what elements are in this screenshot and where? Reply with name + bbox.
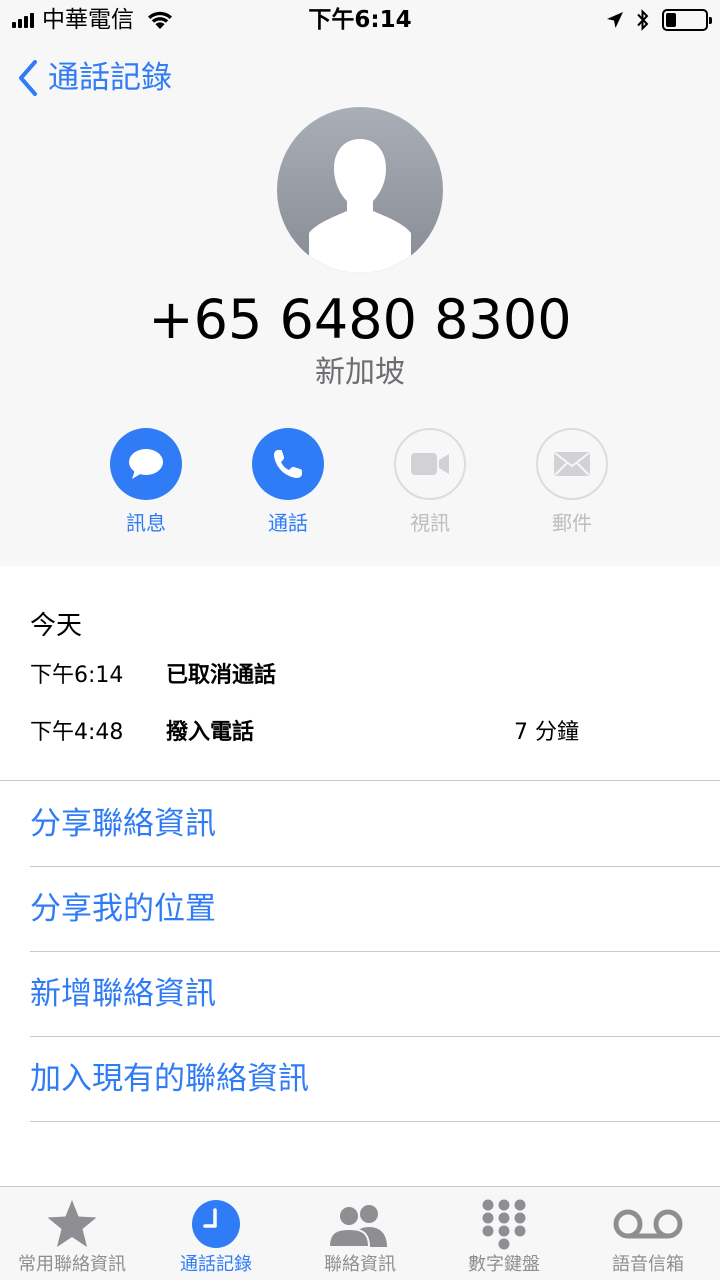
location-arrow-icon xyxy=(607,12,623,28)
chevron-left-icon xyxy=(19,60,37,96)
contact-header: 通話記錄 +65 6480 8300 新加坡 訊息 通話 視訊 郵件 xyxy=(0,40,720,566)
call-label: 通話 xyxy=(268,511,308,535)
person-silhouette-icon xyxy=(309,139,411,273)
tab-label: 聯絡資訊 xyxy=(324,1254,396,1275)
tab-bar: 常用聯絡資訊 通話記錄 聯絡資訊 數字鍵盤 語音信箱 xyxy=(0,1186,720,1280)
video-button[interactable] xyxy=(394,428,466,500)
video-label: 視訊 xyxy=(410,511,450,535)
share-contact-button[interactable]: 分享聯絡資訊 xyxy=(30,782,720,867)
recent-calls: 今天 下午6:14 已取消通話 下午4:48 撥入電話 7 分鐘 xyxy=(0,566,720,782)
call-duration: 7 分鐘 xyxy=(514,720,579,745)
tab-recents[interactable]: 通話記錄 xyxy=(144,1187,288,1280)
call-type: 已取消通話 xyxy=(166,663,277,688)
mail-button[interactable] xyxy=(536,428,608,500)
tab-label: 語音信箱 xyxy=(612,1254,684,1275)
bluetooth-icon xyxy=(637,9,649,31)
message-action[interactable]: 訊息 xyxy=(91,428,201,536)
tab-label: 常用聯絡資訊 xyxy=(18,1254,126,1275)
mail-label: 郵件 xyxy=(552,511,592,535)
recents-date-heading: 今天 xyxy=(30,611,83,641)
call-time: 下午4:48 xyxy=(30,720,124,745)
back-label: 通話記錄 xyxy=(48,60,172,96)
phone-location: 新加坡 xyxy=(315,355,405,390)
call-button[interactable] xyxy=(252,428,324,500)
create-contact-button[interactable]: 新增聯絡資訊 xyxy=(30,952,720,1037)
voicemail-icon xyxy=(613,1209,683,1239)
tab-keypad[interactable]: 數字鍵盤 xyxy=(432,1187,576,1280)
status-bar: 中華電信 下午6:14 xyxy=(0,0,720,40)
tab-label: 通話記錄 xyxy=(180,1254,252,1275)
status-right xyxy=(606,7,712,33)
avatar xyxy=(277,107,443,273)
mail-action[interactable]: 郵件 xyxy=(517,428,627,536)
call-row: 下午6:14 已取消通話 xyxy=(30,659,690,693)
tab-contacts[interactable]: 聯絡資訊 xyxy=(288,1187,432,1280)
phone-icon xyxy=(274,450,302,478)
call-time: 下午6:14 xyxy=(30,663,124,688)
back-button[interactable]: 通話記錄 xyxy=(16,58,172,98)
call-type: 撥入電話 xyxy=(166,720,255,745)
message-label: 訊息 xyxy=(126,511,166,535)
video-action[interactable]: 視訊 xyxy=(375,428,485,536)
tab-label: 數字鍵盤 xyxy=(468,1254,540,1275)
keypad-icon xyxy=(482,1199,526,1250)
mail-icon xyxy=(554,452,590,476)
contacts-icon xyxy=(327,1205,387,1247)
battery-icon xyxy=(662,9,712,31)
tab-voicemail[interactable]: 語音信箱 xyxy=(576,1187,720,1280)
message-button[interactable] xyxy=(110,428,182,500)
video-icon xyxy=(411,453,449,475)
add-to-existing-contact-button[interactable]: 加入現有的聯絡資訊 xyxy=(30,1037,720,1122)
share-location-button[interactable]: 分享我的位置 xyxy=(30,867,720,952)
star-icon xyxy=(47,1200,97,1247)
phone-number: +65 6480 8300 xyxy=(148,288,572,351)
battery-fill xyxy=(666,13,676,27)
tab-favorites[interactable]: 常用聯絡資訊 xyxy=(0,1187,144,1280)
call-row: 下午4:48 撥入電話 7 分鐘 xyxy=(30,716,690,750)
section-divider xyxy=(0,780,720,781)
clock-icon xyxy=(192,1200,240,1248)
message-icon xyxy=(129,449,163,479)
call-action[interactable]: 通話 xyxy=(233,428,343,536)
